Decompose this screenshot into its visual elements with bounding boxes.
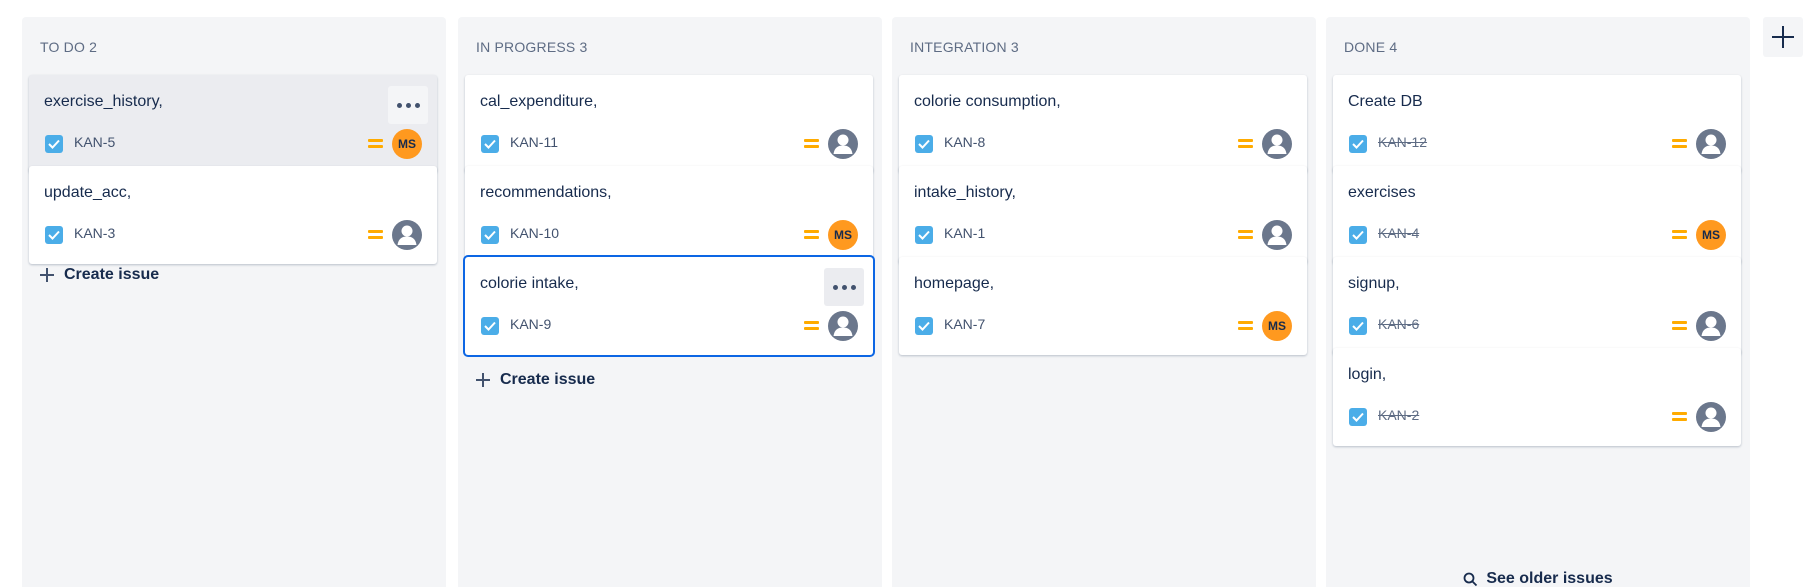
task-checkbox-icon [481,135,499,153]
assignee-avatar[interactable]: MS [1262,311,1292,341]
issue-summary: colorie consumption, [914,93,1061,110]
column-integration: INTEGRATION 3 colorie consumption, KAN-8… [892,17,1316,587]
issue-card[interactable]: login, KAN-2 [1333,348,1741,446]
medium-priority-icon [804,230,819,241]
medium-priority-icon [1672,321,1687,332]
column-header: TO DO 2 [40,39,98,55]
medium-priority-icon [368,230,383,241]
medium-priority-icon [368,139,383,150]
issue-summary: homepage, [914,275,995,292]
issue-key: KAN-8 [944,134,986,150]
issue-summary: update_acc, [44,184,132,201]
default-avatar-icon[interactable] [1262,129,1292,159]
medium-priority-icon [1238,230,1253,241]
issue-card[interactable]: exercises KAN-4 MS [1333,166,1741,264]
more-actions-button[interactable] [824,268,864,306]
issue-card[interactable]: colorie consumption, KAN-8 [899,75,1307,173]
search-icon [1463,572,1478,586]
issue-key: KAN-11 [510,134,558,150]
task-checkbox-icon [1349,226,1367,244]
assignee-avatar[interactable]: MS [392,129,422,159]
issue-key: KAN-1 [944,225,986,241]
default-avatar-icon[interactable] [1262,220,1292,250]
assignee-avatar[interactable]: MS [1696,220,1726,250]
issue-card[interactable]: recommendations, KAN-10 MS [465,166,873,264]
issue-summary: login, [1348,366,1387,383]
task-checkbox-icon [1349,408,1367,426]
issue-card[interactable]: signup, KAN-6 [1333,257,1741,355]
issue-key: KAN-4 [1378,225,1420,241]
issue-card[interactable]: Create DB KAN-12 [1333,75,1741,173]
issue-summary: cal_expenditure, [480,93,598,110]
issue-summary: intake_history, [914,184,1016,201]
assignee-avatar[interactable]: MS [828,220,858,250]
task-checkbox-icon [915,135,933,153]
task-checkbox-icon [915,226,933,244]
task-checkbox-icon [481,317,499,335]
column-header: IN PROGRESS 3 [476,39,588,55]
issue-card[interactable]: homepage, KAN-7 MS [899,257,1307,355]
see-older-issues-button[interactable]: See older issues [1326,570,1750,588]
plus-icon [40,268,54,282]
issue-card[interactable]: colorie intake, KAN-9 [465,257,873,355]
task-checkbox-icon [45,226,63,244]
medium-priority-icon [1238,321,1253,332]
issue-key: KAN-12 [1378,134,1428,150]
issue-card[interactable]: update_acc, KAN-3 [29,166,437,264]
issue-card[interactable]: exercise_history, KAN-5 MS [29,75,437,173]
medium-priority-icon [804,321,819,332]
create-issue-button[interactable]: Create issue [476,368,595,392]
column-done: DONE 4 Create DB KAN-12 exercises KAN-4 … [1326,17,1750,587]
issue-key: KAN-6 [1378,316,1420,332]
add-column-button[interactable] [1763,17,1803,57]
task-checkbox-icon [481,226,499,244]
issue-key: KAN-7 [944,316,986,332]
issue-summary: recommendations, [480,184,612,201]
kanban-board: TO DO 2 exercise_history, KAN-5 MS updat… [0,0,1807,587]
create-issue-button[interactable]: Create issue [40,263,159,287]
issue-summary: Create DB [1348,93,1423,110]
task-checkbox-icon [45,135,63,153]
medium-priority-icon [1672,412,1687,423]
issue-key: KAN-10 [510,225,560,241]
default-avatar-icon[interactable] [1696,129,1726,159]
task-checkbox-icon [1349,317,1367,335]
issue-key: KAN-2 [1378,407,1420,423]
issue-summary: exercises [1348,184,1416,201]
issue-key: KAN-3 [74,225,116,241]
column-in-progress: IN PROGRESS 3 cal_expenditure, KAN-11 re… [458,17,882,587]
column-todo: TO DO 2 exercise_history, KAN-5 MS updat… [22,17,446,587]
column-header: INTEGRATION 3 [910,39,1019,55]
issue-key: KAN-9 [510,316,552,332]
medium-priority-icon [804,139,819,150]
issue-summary: exercise_history, [44,93,163,110]
see-older-issues-label: See older issues [1486,570,1613,587]
column-header: DONE 4 [1344,39,1398,55]
default-avatar-icon[interactable] [392,220,422,250]
create-issue-label: Create issue [64,266,160,283]
more-actions-button[interactable] [388,86,428,124]
task-checkbox-icon [1349,135,1367,153]
default-avatar-icon[interactable] [1696,402,1726,432]
medium-priority-icon [1238,139,1253,150]
medium-priority-icon [1672,139,1687,150]
default-avatar-icon[interactable] [828,311,858,341]
create-issue-label: Create issue [500,371,596,388]
default-avatar-icon[interactable] [828,129,858,159]
issue-summary: signup, [1348,275,1400,292]
issue-card[interactable]: cal_expenditure, KAN-11 [465,75,873,173]
issue-card[interactable]: intake_history, KAN-1 [899,166,1307,264]
issue-key: KAN-5 [74,134,116,150]
default-avatar-icon[interactable] [1696,311,1726,341]
medium-priority-icon [1672,230,1687,241]
task-checkbox-icon [915,317,933,335]
plus-icon [476,373,490,387]
issue-summary: colorie intake, [480,275,579,292]
